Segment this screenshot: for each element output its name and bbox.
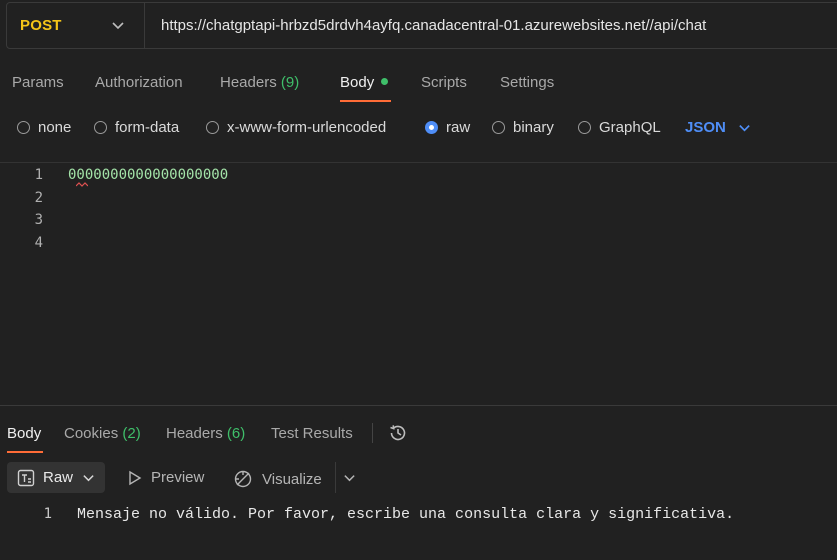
play-icon (129, 470, 142, 485)
body-type-selector: none form-data x-www-form-urlencoded raw… (0, 112, 837, 144)
tab-scripts[interactable]: Scripts (421, 74, 467, 91)
response-tab-body[interactable]: Body (7, 425, 41, 442)
radio-raw[interactable]: raw (425, 119, 470, 136)
radio-form-data-circle (94, 121, 107, 134)
preview-button[interactable]: Preview (128, 469, 204, 486)
active-response-tab-indicator (7, 451, 43, 453)
visualize-dropdown[interactable] (335, 462, 362, 493)
response-format-label: Raw (43, 469, 74, 486)
response-line-number: 1 (43, 506, 52, 522)
response-tab-test-results[interactable]: Test Results (271, 425, 353, 442)
radio-graphql-label: GraphQL (599, 119, 661, 136)
radio-binary[interactable]: binary (492, 119, 554, 136)
radio-graphql-circle (578, 121, 591, 134)
visualize-button[interactable]: Visualize (233, 469, 322, 489)
response-body-text: Mensaje no válido. Por favor, escribe un… (77, 506, 735, 523)
divider (0, 162, 837, 163)
tab-headers[interactable]: Headers (9) (220, 74, 299, 91)
request-body-editor[interactable]: 1 2 3 4 0000000000000000000 (0, 165, 837, 403)
active-tab-indicator (340, 100, 391, 102)
visualize-label: Visualize (262, 470, 322, 488)
chevron-down-icon (739, 125, 750, 132)
preview-label: Preview (151, 469, 205, 486)
chevron-down-icon[interactable] (111, 18, 125, 32)
tab-settings[interactable]: Settings (500, 74, 554, 91)
radio-none[interactable]: none (17, 119, 71, 136)
body-modified-dot (381, 77, 389, 85)
radio-form-data-label: form-data (115, 119, 180, 136)
cookies-count: (2) (122, 425, 141, 442)
chevron-down-icon (343, 475, 355, 482)
radio-none-label: none (38, 119, 72, 136)
tab-body-label: Body (340, 74, 375, 91)
pane-divider[interactable] (0, 405, 837, 406)
radio-graphql[interactable]: GraphQL (578, 119, 661, 136)
line-number: 4 (34, 235, 43, 251)
line-number: 3 (34, 212, 43, 228)
response-format-dropdown[interactable]: Raw (7, 462, 105, 493)
tab-headers-label: Headers (220, 74, 277, 91)
radio-urlencoded[interactable]: x-www-form-urlencoded (206, 119, 386, 136)
tab-params[interactable]: Params (12, 74, 64, 91)
tab-body[interactable]: Body (340, 74, 389, 91)
line-number: 2 (34, 190, 43, 206)
history-icon[interactable] (388, 423, 408, 443)
visualize-icon (234, 470, 252, 488)
radio-urlencoded-label: x-www-form-urlencoded (227, 119, 387, 136)
format-dropdown-label: JSON (685, 119, 726, 136)
radio-raw-label: raw (446, 119, 471, 136)
line-number: 1 (34, 167, 43, 183)
radio-none-circle (17, 121, 30, 134)
response-headers-count: (6) (226, 425, 246, 442)
radio-urlencoded-circle (206, 121, 219, 134)
error-squiggle-icon (76, 182, 88, 187)
radio-raw-circle (425, 121, 438, 134)
radio-binary-circle (492, 121, 505, 134)
request-url-bar: POST https://chatgptapi-hrbzd5drdvh4ayfq… (6, 2, 837, 49)
response-tab-headers-label: Headers (166, 425, 223, 442)
headers-count: (9) (280, 74, 300, 91)
chevron-down-icon (83, 475, 94, 482)
radio-binary-label: binary (513, 119, 554, 136)
response-tab-headers[interactable]: Headers (6) (166, 425, 245, 442)
request-tabs: Params Authorization Headers (9) Body Sc… (0, 62, 837, 102)
code-line: 0000000000000000000 (68, 167, 229, 183)
tab-authorization[interactable]: Authorization (95, 74, 183, 91)
format-dropdown[interactable]: JSON (685, 119, 751, 136)
divider (372, 423, 373, 443)
response-tab-cookies-label: Cookies (64, 425, 119, 442)
url-input[interactable]: https://chatgptapi-hrbzd5drdvh4ayfq.cana… (145, 17, 706, 34)
text-format-icon (17, 469, 35, 486)
response-tab-cookies[interactable]: Cookies (2) (64, 425, 141, 442)
method-label: POST (20, 17, 62, 34)
radio-form-data[interactable]: form-data (94, 119, 179, 136)
